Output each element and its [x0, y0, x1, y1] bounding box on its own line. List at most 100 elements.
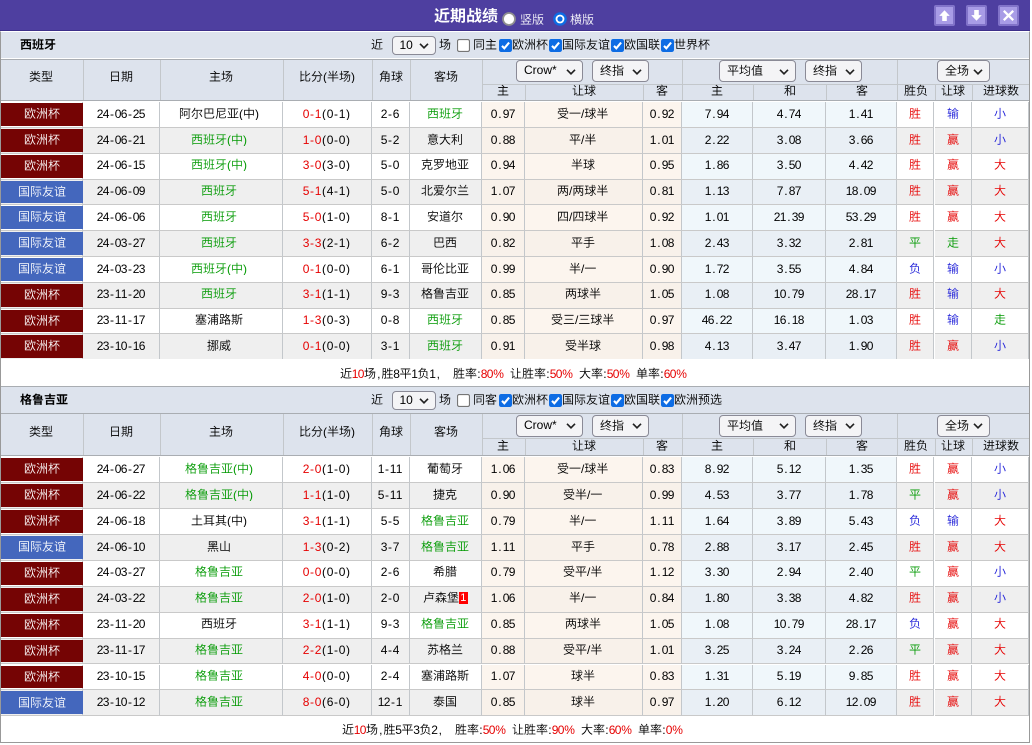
svg-text:23-10-16: 23-10-16: [97, 339, 145, 352]
svg-text:/: /: [581, 462, 585, 475]
svg-text:,: ,: [377, 367, 380, 380]
svg-text:(: (: [323, 70, 327, 83]
svg-text:60%: 60%: [664, 367, 687, 380]
svg-text:0.90: 0.90: [650, 262, 674, 275]
svg-text:5.12: 5.12: [777, 462, 801, 475]
svg-text:10: 10: [354, 723, 367, 736]
svg-text:/: /: [581, 514, 585, 527]
svg-text:(: (: [227, 514, 231, 527]
svg-text:(0-0): (0-0): [322, 262, 350, 275]
svg-text:(1-1): (1-1): [322, 287, 350, 300]
svg-text:24-06-09: 24-06-09: [97, 184, 145, 197]
svg-text:10.79: 10.79: [774, 287, 804, 300]
svg-text:0.85: 0.85: [491, 617, 515, 630]
svg-text:1: 1: [411, 367, 418, 380]
svg-text:3-3: 3-3: [303, 236, 322, 249]
svg-text:23-10-15: 23-10-15: [97, 669, 145, 682]
svg-text:/: /: [587, 643, 591, 656]
svg-text:(0-0): (0-0): [322, 133, 350, 146]
svg-text:1.05: 1.05: [650, 287, 674, 300]
svg-text:1.90: 1.90: [849, 339, 873, 352]
svg-text:24-06-06: 24-06-06: [97, 210, 145, 223]
svg-text:5-0: 5-0: [381, 158, 399, 171]
svg-text:0.97: 0.97: [491, 107, 515, 120]
svg-text:/: /: [575, 313, 579, 326]
svg-text:4-0: 4-0: [303, 669, 322, 682]
svg-text:4.42: 4.42: [849, 158, 873, 171]
svg-text:(4-1): (4-1): [322, 184, 350, 197]
svg-text:): ): [249, 488, 253, 501]
svg-text:23-11-20: 23-11-20: [97, 617, 145, 630]
svg-text:12.09: 12.09: [846, 695, 876, 708]
svg-text:24-06-25: 24-06-25: [97, 107, 145, 120]
svg-text:5-1: 5-1: [303, 184, 322, 197]
svg-text:1.01: 1.01: [650, 643, 674, 656]
svg-text:0.78: 0.78: [650, 540, 674, 553]
svg-text:2-0: 2-0: [303, 462, 322, 475]
svg-text:1.01: 1.01: [705, 210, 729, 223]
svg-text:10: 10: [352, 367, 365, 380]
svg-text:1.72: 1.72: [705, 262, 729, 275]
svg-text:(1-1): (1-1): [322, 617, 350, 630]
svg-text:3.24: 3.24: [777, 643, 801, 656]
svg-text:1.07: 1.07: [491, 184, 515, 197]
svg-text:1.01: 1.01: [650, 133, 674, 146]
svg-text:): ): [243, 262, 247, 275]
svg-text:2-6: 2-6: [381, 107, 399, 120]
svg-text:(0-1): (0-1): [322, 107, 350, 120]
svg-text:1-0: 1-0: [303, 133, 322, 146]
svg-text:7.87: 7.87: [777, 184, 801, 197]
svg-text:): ): [249, 462, 253, 475]
svg-text:2-6: 2-6: [381, 565, 399, 578]
svg-text:2.43: 2.43: [705, 236, 729, 249]
svg-text:6-2: 6-2: [381, 236, 399, 249]
svg-text:3.66: 3.66: [849, 133, 873, 146]
svg-text:(1-0): (1-0): [322, 210, 350, 223]
svg-text:2-2: 2-2: [303, 643, 322, 656]
svg-text:0.88: 0.88: [491, 643, 515, 656]
svg-text:1.06: 1.06: [491, 462, 515, 475]
svg-text:0.99: 0.99: [650, 488, 674, 501]
svg-text:23-10-12: 23-10-12: [97, 695, 145, 708]
svg-text:1.86: 1.86: [705, 158, 729, 171]
svg-text:7.94: 7.94: [705, 107, 729, 120]
svg-text:(: (: [233, 462, 237, 475]
svg-text:(0-0): (0-0): [322, 339, 350, 352]
svg-text:5-11: 5-11: [378, 488, 402, 501]
svg-text:5.19: 5.19: [777, 669, 801, 682]
svg-text:(1-0): (1-0): [322, 643, 350, 656]
svg-text:1-3: 1-3: [303, 540, 322, 553]
svg-text:5-0: 5-0: [303, 210, 322, 223]
svg-text:3-1: 3-1: [303, 514, 322, 527]
svg-text:/: /: [581, 591, 585, 604]
svg-text:3-1: 3-1: [303, 617, 322, 630]
svg-text:(: (: [227, 262, 231, 275]
svg-text:10.79: 10.79: [774, 617, 804, 630]
svg-text:0.82: 0.82: [491, 236, 515, 249]
svg-text:3.50: 3.50: [777, 158, 801, 171]
svg-text:9-3: 9-3: [381, 287, 399, 300]
svg-text:(0-3): (0-3): [322, 313, 350, 326]
svg-text:/: /: [581, 107, 585, 120]
svg-text:/: /: [587, 565, 591, 578]
svg-text:4.13: 4.13: [705, 339, 729, 352]
svg-text:24-06-22: 24-06-22: [97, 488, 145, 501]
svg-text:0.84: 0.84: [650, 591, 674, 604]
svg-text:1.64: 1.64: [705, 514, 729, 527]
svg-text:18.09: 18.09: [846, 184, 876, 197]
svg-text:(2-1): (2-1): [322, 236, 350, 249]
svg-text:): ): [351, 425, 355, 438]
svg-text:3.77: 3.77: [777, 488, 801, 501]
svg-text:2-4: 2-4: [381, 669, 399, 682]
svg-text:9.85: 9.85: [849, 669, 873, 682]
svg-text:50%: 50%: [483, 723, 507, 736]
svg-text:3.55: 3.55: [777, 262, 801, 275]
svg-text:24-06-18: 24-06-18: [97, 514, 145, 527]
svg-text:0.94: 0.94: [491, 158, 515, 171]
svg-text:3.25: 3.25: [705, 643, 729, 656]
svg-text:0.98: 0.98: [650, 339, 674, 352]
svg-text:2.81: 2.81: [849, 236, 873, 249]
svg-text:1.08: 1.08: [705, 617, 729, 630]
svg-text:50%: 50%: [607, 367, 631, 380]
svg-text:1.78: 1.78: [849, 488, 873, 501]
